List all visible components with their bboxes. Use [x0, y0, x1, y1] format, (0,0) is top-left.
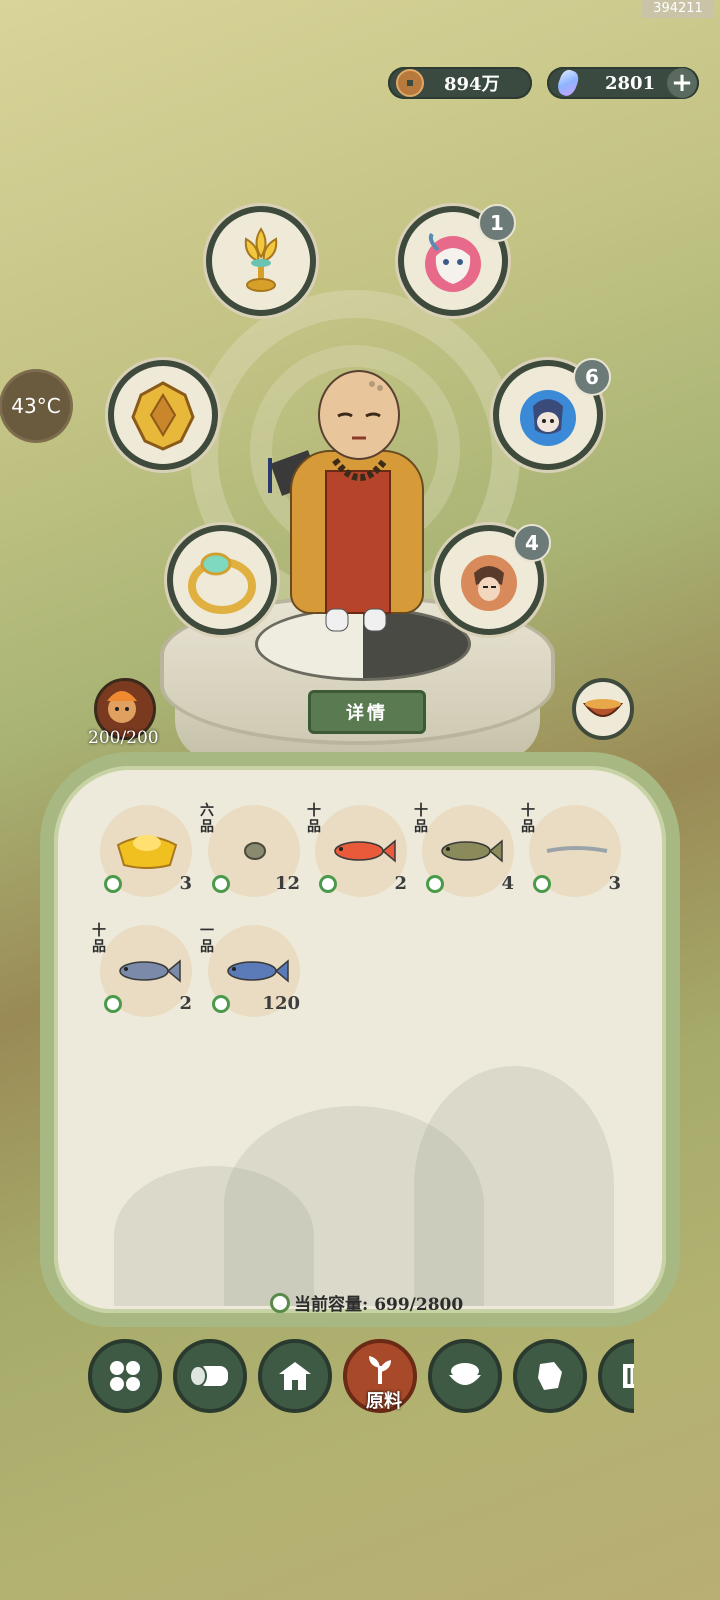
- inventory-item[interactable]: 一品 120: [200, 923, 300, 1017]
- inventory-item[interactable]: 十品 4: [414, 803, 514, 897]
- tab-food[interactable]: [428, 1339, 502, 1413]
- leaf-icon: [104, 995, 122, 1013]
- tab-wood[interactable]: [173, 1339, 247, 1413]
- silver-fish-icon: [119, 959, 181, 983]
- grid-icon: [110, 1361, 140, 1391]
- spotted-fish-icon: [441, 839, 503, 863]
- spirit-warrior-badge: 4: [513, 524, 551, 562]
- add-gems-button[interactable]: +: [667, 68, 697, 98]
- leaf-icon: [319, 875, 337, 893]
- scroll-icon: [623, 1364, 634, 1388]
- watermark: 394211: [642, 0, 714, 18]
- spirit-goat-badge: 1: [478, 204, 516, 242]
- clam-icon: [244, 842, 266, 860]
- leaf-icon: [212, 995, 230, 1013]
- mountain-decoration: [114, 1166, 314, 1306]
- equip-slot-lotus[interactable]: [206, 206, 316, 316]
- bottom-tab-bar: 原料: [88, 1339, 634, 1419]
- rice-bowl-icon: [449, 1363, 481, 1385]
- temperature-indicator: 43°C: [2, 372, 70, 440]
- gem-icon: [555, 67, 581, 99]
- details-button[interactable]: 详情: [308, 690, 426, 734]
- golden-armor-icon: [131, 381, 195, 451]
- prayer-beads-icon: [330, 455, 390, 495]
- item-count: 3: [179, 873, 192, 894]
- equip-slot-armor[interactable]: [108, 360, 218, 470]
- eel-icon: [546, 846, 608, 853]
- blue-spirit-icon: [520, 390, 576, 446]
- item-grade: 一品: [200, 923, 214, 955]
- capacity-text: 当前容量: 699/2800: [294, 1295, 464, 1315]
- golden-lotus-icon: [244, 227, 278, 292]
- tab-scroll[interactable]: [598, 1339, 634, 1413]
- gem-amount: 2801: [605, 72, 656, 94]
- leaf-icon: [533, 875, 551, 893]
- item-grade: 十品: [92, 923, 106, 955]
- item-count: 2: [394, 873, 407, 894]
- item-count: 120: [262, 993, 300, 1014]
- tab-ingredients[interactable]: 原料: [343, 1339, 417, 1413]
- item-count: 2: [179, 993, 192, 1014]
- item-grade: 十品: [521, 803, 535, 835]
- item-count: 3: [608, 873, 621, 894]
- coin-amount: 894万: [444, 74, 500, 95]
- leaf-icon: [426, 875, 444, 893]
- sprout-icon: [369, 1356, 391, 1384]
- item-count: 4: [501, 873, 514, 894]
- food-bowl-button[interactable]: [572, 678, 634, 740]
- gold-ingot-icon: [116, 835, 178, 869]
- hp-value: 200/200: [88, 728, 159, 748]
- mountain-decoration: [414, 1066, 614, 1306]
- item-grade: 十品: [414, 803, 428, 835]
- log-icon: [189, 1365, 228, 1387]
- inventory-item[interactable]: 十品 2: [307, 803, 407, 897]
- leaf-icon: [104, 875, 122, 893]
- capacity-icon: [270, 1292, 290, 1313]
- inventory-item[interactable]: 3: [100, 805, 192, 897]
- capacity-indicator: 当前容量: 699/2800: [270, 1290, 470, 1315]
- soup-bowl-icon: [583, 699, 623, 717]
- gem-counter[interactable]: 2801 +: [547, 67, 699, 99]
- monk-feet: [322, 605, 392, 633]
- red-fish-icon: [334, 839, 396, 863]
- goat-spirit-icon: [425, 232, 481, 292]
- coin-counter[interactable]: 894万: [388, 67, 532, 99]
- monk-character[interactable]: [318, 370, 400, 460]
- tab-building[interactable]: [258, 1339, 332, 1413]
- item-count: 12: [274, 873, 300, 894]
- spirit-blue-badge: 6: [573, 358, 611, 396]
- dragon-fish-icon: [227, 959, 289, 983]
- inventory-item[interactable]: 六品 12: [200, 803, 300, 897]
- inventory-item[interactable]: 十品 3: [521, 803, 621, 897]
- item-grade: 六品: [200, 803, 214, 835]
- map-region-icon: [538, 1362, 562, 1390]
- equip-slot-ring[interactable]: [167, 525, 277, 635]
- tab-map[interactable]: [513, 1339, 587, 1413]
- jade-ring-icon: [188, 552, 256, 614]
- house-icon: [279, 1362, 311, 1390]
- warrior-spirit-icon: [461, 555, 517, 611]
- coin-icon: [396, 69, 424, 97]
- item-grade: 十品: [307, 803, 321, 835]
- tab-ingredients-label: 原料: [366, 1391, 402, 1412]
- tab-all[interactable]: [88, 1339, 162, 1413]
- inventory-item[interactable]: 十品 2: [92, 923, 192, 1017]
- leaf-icon: [212, 875, 230, 893]
